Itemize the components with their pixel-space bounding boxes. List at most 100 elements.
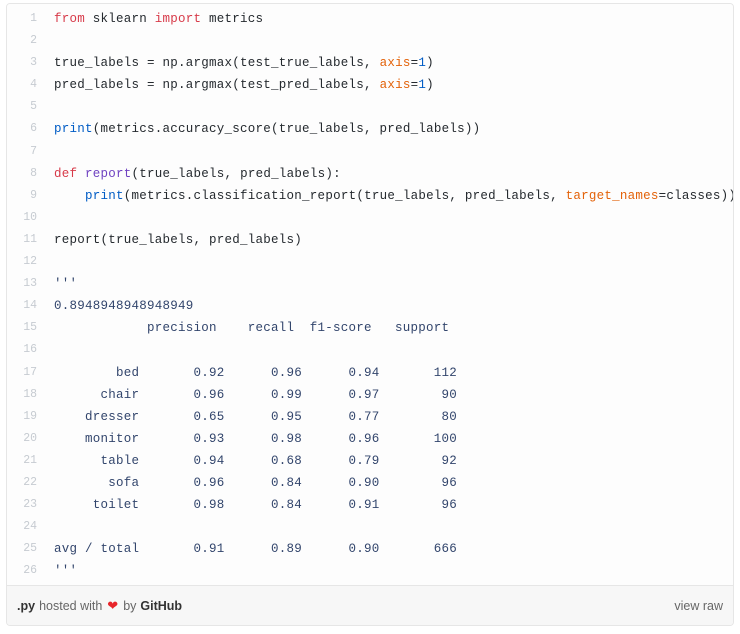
line-content[interactable] <box>46 96 733 118</box>
line-content[interactable]: chair 0.96 0.99 0.97 90 <box>46 384 733 406</box>
code-token: ''' <box>54 564 78 579</box>
gist-embed: 1 from sklearn import metrics 2 3 true_labe… <box>6 3 734 627</box>
line-number: 1 <box>30 12 37 25</box>
line-content[interactable] <box>46 339 733 361</box>
code-token: precision recall f1-score support <box>54 321 450 336</box>
gist-footer-credit: .py hosted with ❤ by GitHub <box>17 599 182 613</box>
code-line: 2 <box>7 30 733 52</box>
code-token: table 0.94 0.68 0.79 92 <box>54 453 458 468</box>
view-raw-link[interactable]: view raw <box>674 599 723 613</box>
line-content[interactable]: table 0.94 0.68 0.79 92 <box>46 450 733 472</box>
line-content[interactable]: sofa 0.96 0.84 0.90 96 <box>46 472 733 494</box>
line-content[interactable]: report(true_labels, pred_labels) <box>46 229 733 251</box>
line-content[interactable]: print(metrics.classification_report(true… <box>46 185 733 207</box>
code-line: 1 from sklearn import metrics <box>7 8 733 30</box>
line-number: 3 <box>30 56 37 70</box>
line-content[interactable] <box>46 141 733 163</box>
line-content[interactable]: print(metrics.accuracy_score(true_labels… <box>46 118 733 140</box>
code-line: 24 <box>7 516 733 538</box>
code-line: 26 ''' <box>7 560 733 582</box>
line-number: 16 <box>23 343 37 357</box>
line-content[interactable] <box>46 207 733 229</box>
line-number: 11 <box>23 232 37 246</box>
code-token: import <box>154 12 202 26</box>
code-line: 9 print(metrics.classification_report(tr… <box>7 185 733 207</box>
code-token: report(true_labels, pred_labels) <box>54 232 303 247</box>
code-line: 22 sofa 0.96 0.84 0.90 96 <box>7 472 733 494</box>
line-number: 9 <box>30 188 37 202</box>
line-content[interactable]: dresser 0.65 0.95 0.77 80 <box>46 406 733 428</box>
code-token: print <box>85 188 124 203</box>
code-token: dresser 0.65 0.95 0.77 80 <box>54 409 458 424</box>
line-content[interactable]: true_labels = np.argmax(test_true_labels… <box>46 52 733 74</box>
line-number: 25 <box>23 542 37 556</box>
line-content[interactable]: monitor 0.93 0.98 0.96 100 <box>46 428 733 450</box>
file-extension-label: .py <box>17 598 36 613</box>
code-line: 6 print(metrics.accuracy_score(true_label… <box>7 118 733 140</box>
code-token: report <box>85 166 132 181</box>
code-line: 20 monitor 0.93 0.98 0.96 100 <box>7 428 733 450</box>
line-number: 8 <box>30 166 37 180</box>
code-token: sklearn <box>85 12 155 26</box>
code-line: 10 <box>7 207 733 229</box>
line-content[interactable] <box>46 30 733 52</box>
code-block: 1 from sklearn import metrics 2 3 true_labe… <box>7 4 733 586</box>
line-content[interactable]: from sklearn import metrics <box>46 8 733 30</box>
code-line: 7 <box>7 141 733 163</box>
code-token: pred_labels = np.argmax(test_pred_labels… <box>54 78 380 93</box>
code-body: 1 from sklearn import metrics 2 3 true_labe… <box>7 8 733 582</box>
code-token: chair 0.96 0.99 0.97 90 <box>54 387 458 402</box>
heart-icon: ❤ <box>107 598 119 614</box>
line-content[interactable]: pred_labels = np.argmax(test_pred_labels… <box>46 74 733 96</box>
line-number: 18 <box>23 387 37 401</box>
line-number: 17 <box>23 365 37 379</box>
line-content[interactable]: def report(true_labels, pred_labels): <box>46 163 733 185</box>
code-line: 8 def report(true_labels, pred_labels): <box>7 163 733 185</box>
line-content[interactable]: ''' <box>46 273 733 295</box>
code-line: 25 avg / total 0.91 0.89 0.90 666 <box>7 538 733 560</box>
line-number: 2 <box>30 34 37 48</box>
line-number: 21 <box>23 453 37 467</box>
line-content[interactable]: avg / total 0.91 0.89 0.90 666 <box>46 538 733 560</box>
by-label: by <box>123 598 137 613</box>
code-token: metrics <box>201 12 264 26</box>
code-token: (metrics.classification_report(true_labe… <box>123 188 566 203</box>
code-token: from <box>54 12 86 26</box>
code-token: ''' <box>54 277 78 292</box>
line-content[interactable] <box>46 516 733 538</box>
line-content[interactable]: 0.8948948948948949 <box>46 295 733 317</box>
line-number: 6 <box>30 122 37 136</box>
line-number: 4 <box>30 78 37 92</box>
code-token: avg / total 0.91 0.89 0.90 666 <box>54 542 458 557</box>
line-number: 13 <box>23 277 37 291</box>
code-token: monitor 0.93 0.98 0.96 100 <box>54 431 458 446</box>
code-line: 14 0.8948948948948949 <box>7 295 733 317</box>
code-token: ) <box>426 78 434 93</box>
code-line: 12 <box>7 251 733 273</box>
line-content[interactable]: precision recall f1-score support <box>46 317 733 339</box>
code-line: 19 dresser 0.65 0.95 0.77 80 <box>7 406 733 428</box>
line-number: 5 <box>30 100 37 114</box>
line-number: 22 <box>23 475 37 489</box>
code-line: 18 chair 0.96 0.99 0.97 90 <box>7 384 733 406</box>
code-token: target_names <box>565 188 659 203</box>
code-line: 16 <box>7 339 733 361</box>
code-line: 4 pred_labels = np.argmax(test_pred_label… <box>7 74 733 96</box>
code-token: 0.8948948948948949 <box>54 299 194 314</box>
code-token: (true_labels, pred_labels): <box>131 166 341 181</box>
code-token: axis <box>379 56 411 71</box>
line-content[interactable]: ''' <box>46 560 733 582</box>
code-token: toilet 0.98 0.84 0.91 96 <box>54 498 458 513</box>
host-label: GitHub <box>140 598 183 613</box>
code-token: axis <box>379 78 411 93</box>
line-content[interactable] <box>46 251 733 273</box>
line-number: 7 <box>30 144 37 158</box>
code-token: true_labels = np.argmax(test_true_labels… <box>54 56 380 71</box>
line-number: 15 <box>23 321 37 335</box>
line-content[interactable]: toilet 0.98 0.84 0.91 96 <box>46 494 733 516</box>
line-content[interactable]: bed 0.92 0.96 0.94 112 <box>46 362 733 384</box>
code-line: 5 <box>7 96 733 118</box>
code-line: 13 ''' <box>7 273 733 295</box>
code-token: (metrics.accuracy_score(true_labels, pre… <box>92 122 481 137</box>
